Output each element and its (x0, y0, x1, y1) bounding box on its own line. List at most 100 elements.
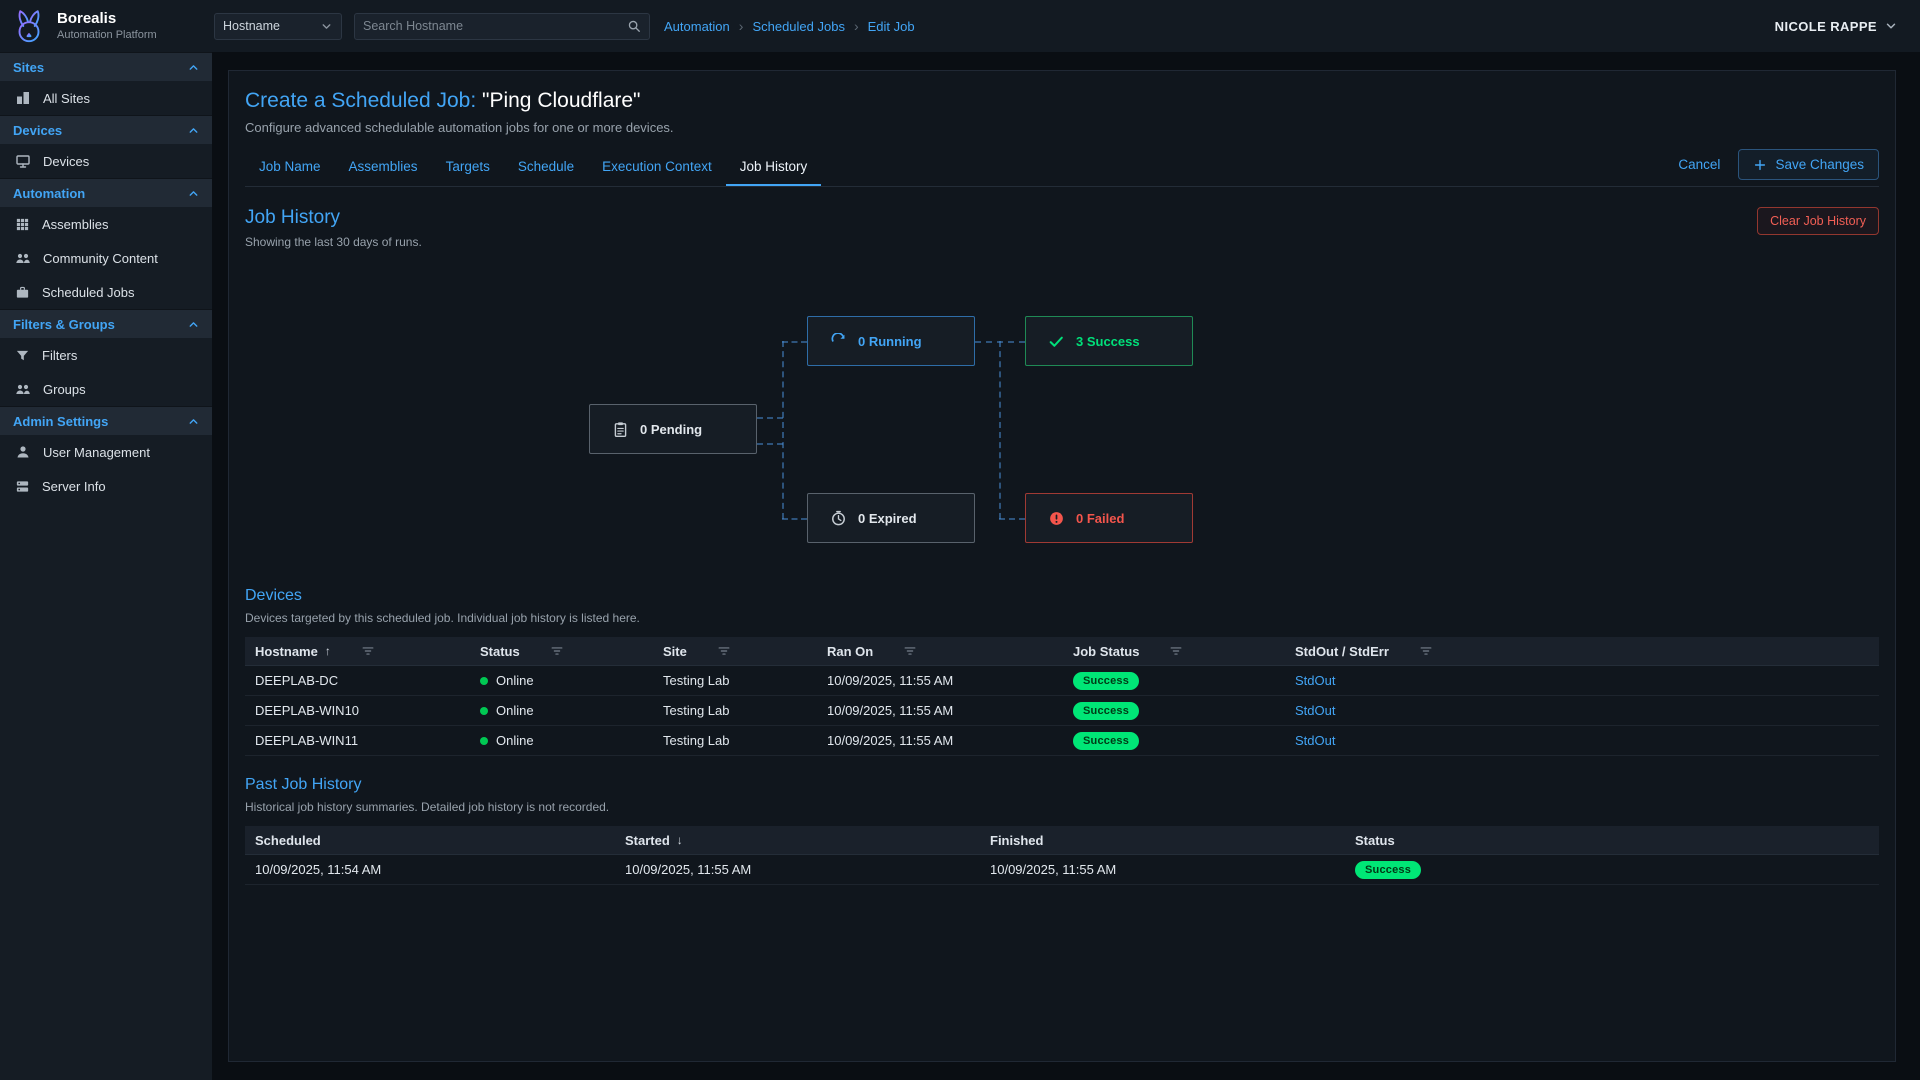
breadcrumb-separator: › (739, 18, 744, 34)
page-subtitle: Configure advanced schedulable automatio… (245, 120, 1879, 135)
search-box[interactable] (354, 13, 650, 40)
filter-icon[interactable] (717, 644, 731, 658)
search-icon (627, 19, 641, 33)
filter-icon[interactable] (1169, 644, 1183, 658)
past-scheduled: 10/09/2025, 11:54 AM (245, 862, 615, 877)
user-name: NICOLE RAPPE (1775, 19, 1877, 34)
search-input[interactable] (363, 19, 627, 33)
device-status-label: Online (496, 673, 534, 688)
check-icon (1048, 333, 1065, 350)
sidebar-item-devices[interactable]: Devices (0, 144, 212, 178)
success-status-badge: Success (1073, 732, 1139, 750)
column-label: Ran On (827, 644, 873, 659)
device-ran-on: 10/09/2025, 11:55 AM (817, 703, 1063, 718)
sidebar-item-label: All Sites (43, 91, 90, 106)
device-status-label: Online (496, 703, 534, 718)
sidebar-section-sites[interactable]: Sites (0, 52, 212, 81)
device-row[interactable]: DEEPLAB-WIN11 Online Testing Lab 10/09/2… (245, 726, 1879, 756)
device-ran-on: 10/09/2025, 11:55 AM (817, 733, 1063, 748)
stdout-link[interactable]: StdOut (1295, 673, 1335, 688)
tab-job-history[interactable]: Job History (726, 149, 822, 186)
sort-ascending-icon[interactable]: ↑ (325, 644, 331, 658)
column-header-stdout-stderr[interactable]: StdOut / StdErr (1285, 644, 1879, 659)
job-history-description: Showing the last 30 days of runs. (245, 235, 422, 249)
column-header-ran-on[interactable]: Ran On (817, 644, 1063, 659)
sidebar: Sites All Sites Devices Devices Automati… (0, 52, 212, 1080)
tab-execution-context[interactable]: Execution Context (588, 149, 726, 186)
sidebar-item-user-management[interactable]: User Management (0, 435, 212, 469)
filter-icon[interactable] (903, 644, 917, 658)
device-stdout: StdOut (1285, 733, 1879, 748)
pending-count: 0 Pending (640, 422, 702, 437)
sidebar-section-label: Admin Settings (13, 414, 108, 429)
sidebar-section-label: Devices (13, 123, 62, 138)
sidebar-item-server-info[interactable]: Server Info (0, 469, 212, 503)
filter-icon[interactable] (550, 644, 564, 658)
column-header-hostname[interactable]: Hostname ↑ (245, 644, 470, 659)
clear-job-history-button[interactable]: Clear Job History (1757, 207, 1879, 235)
editor-actions: Cancel Save Changes (1678, 149, 1879, 186)
building-icon (15, 90, 31, 106)
flow-connector (782, 341, 784, 519)
expired-status-box: 0 Expired (807, 493, 975, 543)
app-name: Borealis (57, 11, 157, 27)
sidebar-item-scheduled-jobs[interactable]: Scheduled Jobs (0, 275, 212, 309)
sidebar-item-assemblies[interactable]: Assemblies (0, 207, 212, 241)
filter-icon (15, 348, 30, 363)
sidebar-section-devices[interactable]: Devices (0, 115, 212, 144)
sidebar-section-filters-groups[interactable]: Filters & Groups (0, 309, 212, 338)
sidebar-item-all-sites[interactable]: All Sites (0, 81, 212, 115)
filter-icon[interactable] (1419, 644, 1433, 658)
success-status-badge: Success (1073, 702, 1139, 720)
column-header-job-status[interactable]: Job Status (1063, 644, 1285, 659)
tab-targets[interactable]: Targets (432, 149, 504, 186)
filter-icon[interactable] (361, 644, 375, 658)
sort-descending-icon[interactable]: ↓ (677, 833, 683, 847)
briefcase-icon (15, 285, 30, 300)
sidebar-item-groups[interactable]: Groups (0, 372, 212, 406)
sidebar-item-filters[interactable]: Filters (0, 338, 212, 372)
tab-job-name[interactable]: Job Name (245, 149, 335, 186)
column-label: Site (663, 644, 687, 659)
sidebar-section-admin-settings[interactable]: Admin Settings (0, 406, 212, 435)
clipboard-icon (612, 421, 629, 438)
device-row[interactable]: DEEPLAB-DC Online Testing Lab 10/09/2025… (245, 666, 1879, 696)
devices-table-header: Hostname ↑ Status Site Ran On (245, 637, 1879, 666)
device-site: Testing Lab (653, 733, 817, 748)
job-status-flow: 0 Pending 0 Running 3 Success 0 Expired … (245, 277, 1879, 577)
column-header-status[interactable]: Status (470, 644, 653, 659)
plus-icon (1753, 158, 1767, 172)
column-header-finished[interactable]: Finished (980, 833, 1345, 848)
tab-schedule[interactable]: Schedule (504, 149, 588, 186)
sidebar-section-automation[interactable]: Automation (0, 178, 212, 207)
breadcrumb-edit-job[interactable]: Edit Job (868, 19, 915, 34)
breadcrumb-automation[interactable]: Automation (664, 19, 730, 34)
hostname-select[interactable]: Hostname (214, 13, 342, 40)
job-history-heading: Job History (245, 207, 422, 229)
past-finished: 10/09/2025, 11:55 AM (980, 862, 1345, 877)
user-menu[interactable]: NICOLE RAPPE (1775, 19, 1898, 34)
stdout-link[interactable]: StdOut (1295, 733, 1335, 748)
job-history-header: Job History Showing the last 30 days of … (245, 207, 1879, 249)
column-header-started[interactable]: Started ↓ (615, 833, 980, 848)
cancel-button[interactable]: Cancel (1678, 157, 1720, 172)
sidebar-item-community-content[interactable]: Community Content (0, 241, 212, 275)
flow-connector (782, 341, 807, 343)
save-changes-button[interactable]: Save Changes (1738, 149, 1879, 180)
online-status-dot (480, 737, 488, 745)
stdout-link[interactable]: StdOut (1295, 703, 1335, 718)
grid-icon (15, 217, 30, 232)
tab-assemblies[interactable]: Assemblies (335, 149, 432, 186)
device-row[interactable]: DEEPLAB-WIN10 Online Testing Lab 10/09/2… (245, 696, 1879, 726)
past-history-row[interactable]: 10/09/2025, 11:54 AM 10/09/2025, 11:55 A… (245, 855, 1879, 885)
device-status: Online (470, 733, 653, 748)
column-header-scheduled[interactable]: Scheduled (245, 833, 615, 848)
app-logo-area[interactable]: Borealis Automation Platform (0, 6, 212, 46)
column-header-status[interactable]: Status (1345, 833, 1879, 848)
main-content: Create a Scheduled Job: "Ping Cloudflare… (212, 52, 1920, 1080)
column-header-site[interactable]: Site (653, 644, 817, 659)
flow-connector (999, 341, 1001, 519)
breadcrumb-scheduled-jobs[interactable]: Scheduled Jobs (752, 19, 845, 34)
save-changes-label: Save Changes (1775, 157, 1864, 172)
device-ran-on: 10/09/2025, 11:55 AM (817, 673, 1063, 688)
